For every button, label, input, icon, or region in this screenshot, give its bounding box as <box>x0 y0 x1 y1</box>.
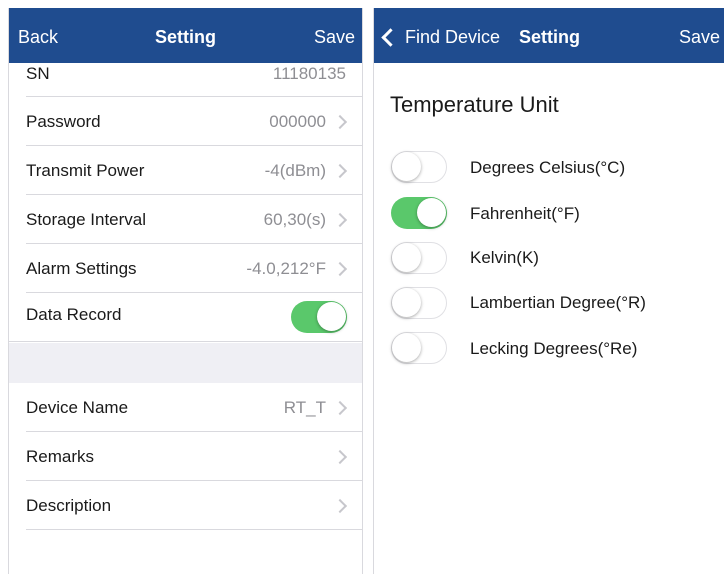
toggle-knob <box>392 288 421 317</box>
lambertian-toggle[interactable] <box>391 287 447 319</box>
section-title: Temperature Unit <box>390 92 559 117</box>
chevron-right-icon <box>332 449 348 465</box>
alarm-settings-row[interactable]: Alarm Settings -4.0,212°F <box>9 244 362 293</box>
toggle-knob <box>392 152 421 181</box>
nav-title: Setting <box>155 27 216 47</box>
chevron-right-icon <box>332 498 348 514</box>
fahrenheit-label: Fahrenheit(°F) <box>470 204 580 223</box>
lecking-toggle[interactable] <box>391 332 447 364</box>
toggle-knob <box>392 243 421 272</box>
chevron-right-icon <box>332 114 348 130</box>
password-row[interactable]: Password 000000 <box>9 97 362 146</box>
settings-screen: Back Setting Save SN 11180135 Password 0… <box>8 8 363 574</box>
device-name-label: Device Name <box>26 398 129 417</box>
alarm-settings-label: Alarm Settings <box>26 259 137 278</box>
alarm-settings-value: -4.0,212°F <box>246 259 326 278</box>
chevron-right-icon <box>332 212 348 228</box>
toggle-knob <box>317 302 346 331</box>
transmit-power-value: -4(dBm) <box>264 161 326 180</box>
lambertian-label: Lambertian Degree(°R) <box>470 293 646 312</box>
chevron-right-icon <box>332 261 348 277</box>
data-record-label: Data Record <box>26 305 122 324</box>
nav-title: Setting <box>519 27 580 47</box>
group-separator <box>9 343 362 383</box>
kelvin-toggle[interactable] <box>391 242 447 274</box>
chevron-left-icon <box>381 28 400 47</box>
separator <box>9 341 362 342</box>
find-device-back-button[interactable]: Find Device <box>380 27 500 48</box>
description-label: Description <box>26 496 112 515</box>
celsius-toggle[interactable] <box>391 151 447 183</box>
device-name-value: RT_T <box>283 398 326 417</box>
separator <box>26 529 362 530</box>
fahrenheit-toggle[interactable] <box>391 197 447 229</box>
toggle-knob <box>417 198 446 227</box>
remarks-row[interactable]: Remarks <box>9 432 362 481</box>
chevron-right-icon <box>332 163 348 179</box>
transmit-power-label: Transmit Power <box>26 161 145 180</box>
storage-interval-label: Storage Interval <box>26 210 147 229</box>
storage-interval-value: 60,30(s) <box>263 210 326 229</box>
description-row[interactable]: Description <box>9 481 362 530</box>
save-button[interactable]: Save <box>314 27 355 48</box>
sn-row: SN 11180135 <box>9 50 362 97</box>
lecking-label: Lecking Degrees(°Re) <box>470 339 638 358</box>
device-name-row[interactable]: Device Name RT_T <box>9 383 362 432</box>
kelvin-label: Kelvin(K) <box>470 248 539 267</box>
transmit-power-row[interactable]: Transmit Power -4(dBm) <box>9 146 362 195</box>
remarks-label: Remarks <box>26 447 95 466</box>
data-record-toggle[interactable] <box>291 301 347 333</box>
chevron-right-icon <box>332 400 348 416</box>
password-label: Password <box>26 112 101 131</box>
back-label: Find Device <box>405 27 501 47</box>
save-button[interactable]: Save <box>679 27 720 48</box>
sn-value: 11180135 <box>272 64 346 83</box>
nav-bar: Find Device Setting Save <box>374 8 724 63</box>
sn-label: SN <box>26 64 50 83</box>
password-value: 000000 <box>269 112 326 131</box>
temperature-unit-screen: Find Device Setting Save Temperature Uni… <box>373 8 724 574</box>
toggle-knob <box>392 333 421 362</box>
celsius-label: Degrees Celsius(°C) <box>470 158 626 177</box>
storage-interval-row[interactable]: Storage Interval 60,30(s) <box>9 195 362 244</box>
data-record-row: Data Record <box>9 293 362 342</box>
